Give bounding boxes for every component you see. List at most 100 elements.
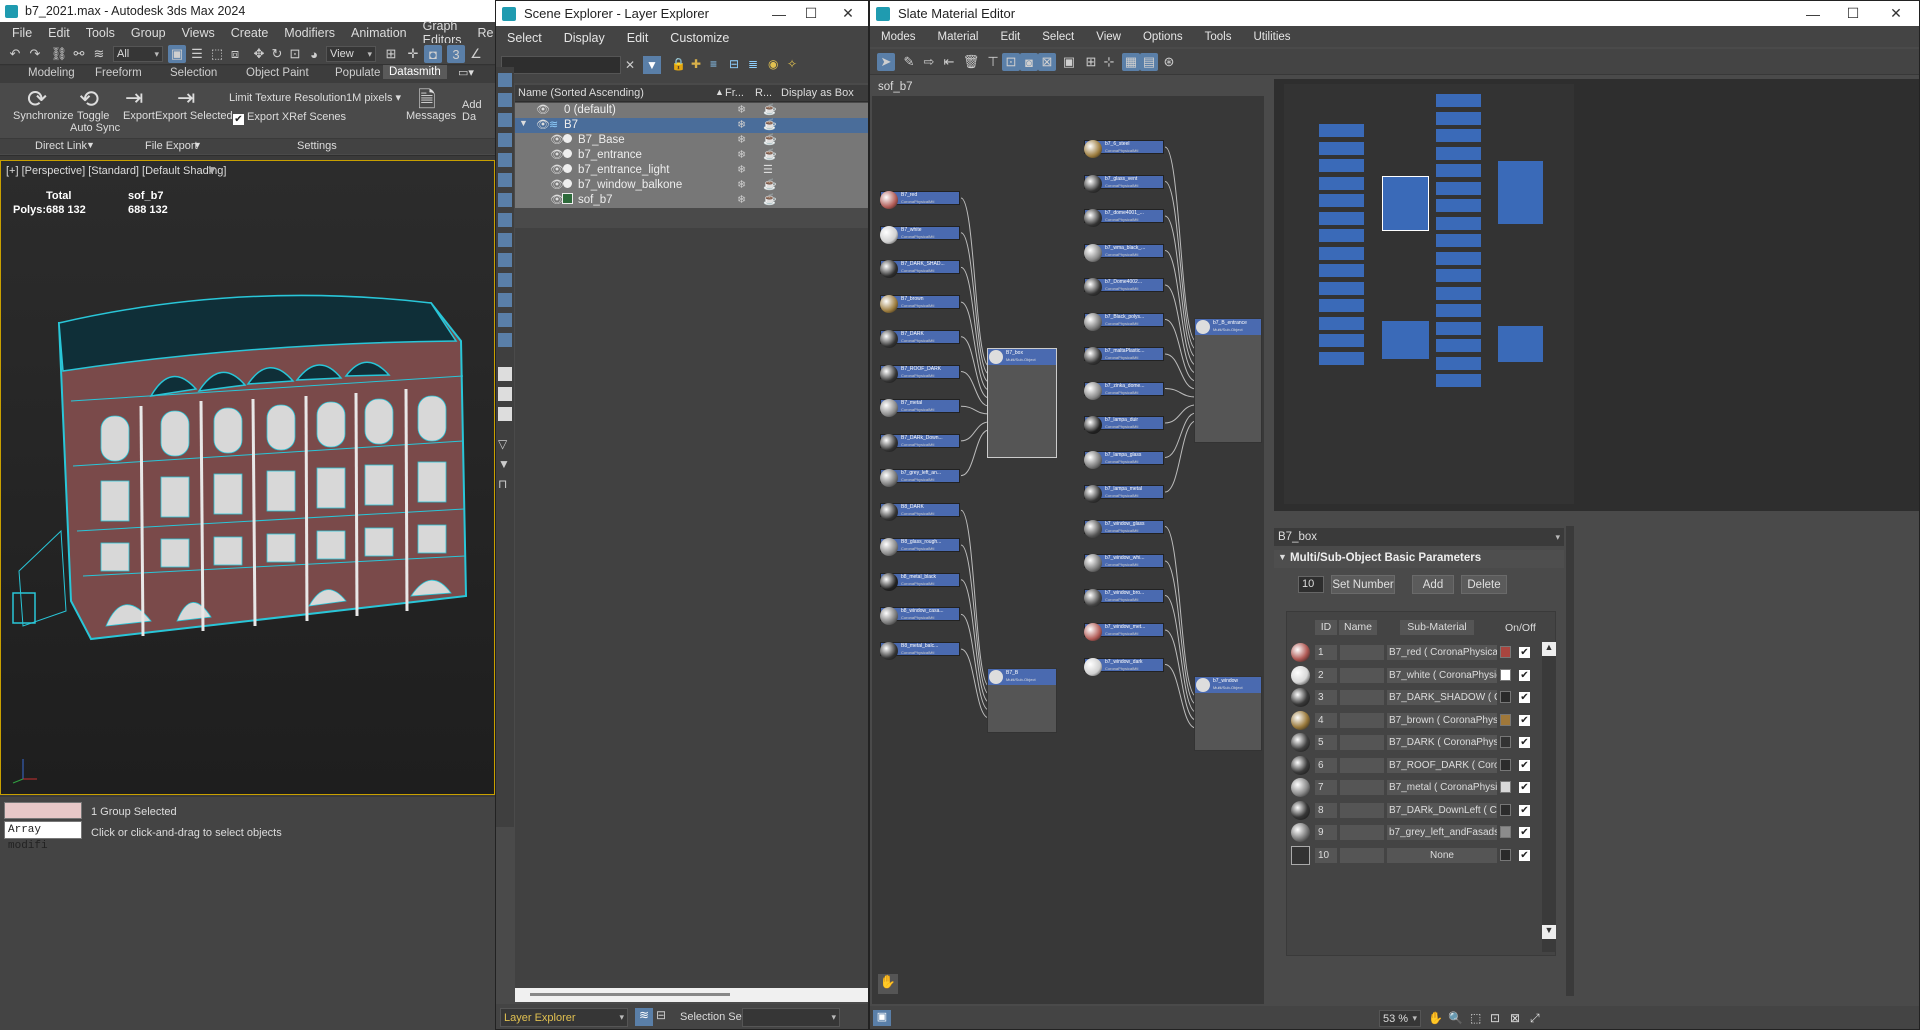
- material-node[interactable]: b7_window_bro... CoronaPhysicalMtl: [1084, 588, 1164, 607]
- material-node[interactable]: b7_6_steel CoronaPhysicalMtl: [1084, 140, 1164, 158]
- submaterial-name-field[interactable]: [1340, 735, 1384, 750]
- slate-status-icon[interactable]: ▣: [873, 1010, 891, 1026]
- rollout-collapse-icon[interactable]: ▼: [1278, 552, 1287, 562]
- submaterial-color-swatch[interactable]: [1500, 781, 1511, 793]
- material-node[interactable]: b7_window_met... CoronaPhysicalMtl: [1084, 623, 1164, 641]
- export-selected-icon[interactable]: ⇥: [177, 85, 195, 111]
- material-node[interactable]: B7_white CoronaPhysicalMtl: [880, 225, 960, 244]
- layer-row[interactable]: 👁 0 (default) ❄ ☕: [515, 103, 868, 118]
- material-node[interactable]: b8_window_casa... CoronaPhysicalMtl: [880, 607, 960, 626]
- layer-row[interactable]: 👁 b7_entrance ❄ ☕: [515, 148, 868, 163]
- scene-list-empty-area[interactable]: [515, 228, 868, 988]
- scene-hscroll-thumb[interactable]: [530, 993, 730, 996]
- add-da-label[interactable]: Add Da: [462, 99, 495, 123]
- freeze-icon[interactable]: ❄: [737, 163, 746, 176]
- material-node[interactable]: B7_DARK CoronaPhysicalMtl: [880, 329, 960, 348]
- scene-menu-select[interactable]: Select: [496, 31, 553, 45]
- display-hidden-icon[interactable]: [498, 313, 512, 327]
- display-xrefs-icon[interactable]: [498, 273, 512, 287]
- scroll-up-icon[interactable]: ▲: [1542, 642, 1556, 656]
- export-icon[interactable]: ⇥: [125, 85, 143, 111]
- material-node[interactable]: b7_window_whi... CoronaPhysicalMtl: [1084, 554, 1164, 572]
- submaterial-name-field[interactable]: [1340, 847, 1384, 863]
- render-icon[interactable]: ☰: [763, 163, 773, 176]
- expand-arrow-icon[interactable]: ▼: [519, 118, 528, 128]
- eye-icon[interactable]: 👁: [536, 103, 550, 116]
- display-shapes-icon[interactable]: [498, 153, 512, 167]
- submaterial-onoff-checkbox[interactable]: ✔: [1519, 669, 1530, 681]
- pan-hand-icon[interactable]: ✋: [878, 974, 898, 994]
- move-children-icon[interactable]: ⊤: [984, 53, 1002, 71]
- pan-icon[interactable]: ✋: [1428, 1011, 1443, 1025]
- selection-set-dropdown[interactable]: [742, 1008, 840, 1027]
- ribbon-options-icon[interactable]: ▭▾: [458, 66, 474, 79]
- display-bones-icon[interactable]: [498, 293, 512, 307]
- submaterial-preview-ball[interactable]: [1291, 845, 1310, 865]
- table-scrollbar[interactable]: ▲ ▼: [1542, 642, 1556, 952]
- material-name-dropdown[interactable]: B7_box: [1274, 528, 1564, 546]
- parameter-vscrollbar[interactable]: [1566, 526, 1574, 996]
- display-dependents-icon[interactable]: [498, 407, 512, 421]
- scene-sync-icon[interactable]: ✧: [787, 57, 797, 71]
- material-node[interactable]: b7_zinka_dome... CoronaPhysicalMtl: [1084, 381, 1164, 400]
- scene-close-button[interactable]: ✕: [825, 1, 868, 26]
- viewport[interactable]: [+] [Perspective] [Standard] [Default Sh…: [0, 160, 495, 795]
- submaterial-preview-ball[interactable]: [1291, 733, 1310, 752]
- auto-sync-label[interactable]: Auto Sync: [70, 122, 120, 134]
- filter-clear-icon[interactable]: ▽: [498, 437, 512, 451]
- submaterial-row[interactable]: 5 B7_DARK ( CoronaPhysica ✔: [1289, 732, 1541, 753]
- group-file-export-arrow[interactable]: ▼: [193, 140, 202, 150]
- material-node[interactable]: b7_grey_left_an... CoronaPhysicalMtl: [880, 468, 960, 487]
- submaterial-name-field[interactable]: [1340, 645, 1384, 660]
- submaterial-onoff-checkbox[interactable]: ✔: [1519, 849, 1530, 861]
- submaterial-row[interactable]: 4 B7_brown ( CoronaPhysic ✔: [1289, 710, 1541, 731]
- submaterial-row[interactable]: 8 B7_DARk_DownLeft ( Cor ✔: [1289, 800, 1541, 821]
- submaterial-onoff-checkbox[interactable]: ✔: [1519, 804, 1530, 816]
- submaterial-color-swatch[interactable]: [1500, 691, 1511, 703]
- submaterial-button[interactable]: B7_DARK ( CoronaPhysica: [1387, 735, 1497, 750]
- submaterial-onoff-checkbox[interactable]: ✔: [1519, 647, 1530, 658]
- pivot-center-icon[interactable]: ⊞: [382, 45, 400, 63]
- material-node[interactable]: b7_window_dark CoronaPhysicalMtl: [1084, 657, 1164, 676]
- layer-row[interactable]: 👁 sof_b7 ❄ ☕: [515, 193, 868, 208]
- submaterial-row[interactable]: 1 B7_red ( CoronaPhysicalM ✔: [1289, 642, 1541, 663]
- submaterial-preview-ball[interactable]: [1291, 710, 1310, 730]
- render-icon[interactable]: ☕: [763, 133, 777, 146]
- reset-material-icon[interactable]: ⇤: [940, 53, 958, 71]
- scene-clear-search-icon[interactable]: ✕: [625, 58, 635, 72]
- slate-close-button[interactable]: ✕: [1873, 1, 1919, 26]
- submaterial-name-field[interactable]: [1340, 690, 1384, 705]
- submaterial-color-swatch[interactable]: [1500, 668, 1511, 681]
- submaterial-onoff-checkbox[interactable]: ✔: [1519, 827, 1530, 838]
- ribbon-tab-selection[interactable]: Selection: [170, 67, 217, 79]
- multi-node-box[interactable]: B7_box Multi/Sub-Object: [987, 348, 1057, 458]
- freeze-icon[interactable]: ❄: [737, 103, 746, 116]
- pixels-dropdown[interactable]: 1M pixels ▾: [346, 91, 401, 104]
- ribbon-tab-modeling[interactable]: Modeling: [28, 67, 75, 79]
- scene-add-to-layer-icon[interactable]: ≡: [710, 57, 717, 71]
- messages-label[interactable]: Messages: [406, 110, 456, 122]
- maxscript-listener-pink[interactable]: [4, 802, 82, 819]
- submaterial-onoff-checkbox[interactable]: ✔: [1519, 692, 1530, 703]
- layout-children-icon[interactable]: ⊹: [1100, 53, 1118, 71]
- explorer-type-dropdown[interactable]: Layer Explorer: [500, 1008, 628, 1027]
- material-node[interactable]: B8_glass_rough... CoronaPhysicalMtl: [880, 538, 960, 556]
- max-menu-views[interactable]: Views: [174, 26, 223, 40]
- material-node[interactable]: b7_Dome4002... CoronaPhysicalMtl: [1084, 278, 1164, 296]
- submaterial-button[interactable]: b7_grey_left_andFasadsw: [1387, 825, 1497, 840]
- scene-hscrollbar[interactable]: [515, 988, 868, 1002]
- view-tab[interactable]: sof_b7: [878, 81, 913, 93]
- submaterial-row[interactable]: 7 B7_metal ( CoronaPhysica ✔: [1289, 777, 1541, 798]
- material-node[interactable]: B8_DARK CoronaPhysicalMtl: [880, 503, 960, 522]
- show-background-icon[interactable]: ▣: [1060, 53, 1078, 71]
- display-children-icon[interactable]: [498, 367, 512, 381]
- material-node[interactable]: b7_dome4001_... CoronaPhysicalMtl: [1084, 209, 1164, 227]
- display-helpers-icon[interactable]: [498, 213, 512, 227]
- submaterial-button[interactable]: None: [1387, 847, 1497, 863]
- display-invert-icon[interactable]: [498, 113, 512, 127]
- max-menu-tools[interactable]: Tools: [78, 26, 123, 40]
- slate-menu-edit[interactable]: Edit: [989, 31, 1031, 43]
- display-none-icon[interactable]: [498, 73, 512, 87]
- material-node[interactable]: b7_lampa_duir CoronaPhysicalMtl: [1084, 416, 1164, 434]
- node-view[interactable]: B7_red CoronaPhysicalMtl B7_white CoronaPhy…: [872, 96, 1264, 1004]
